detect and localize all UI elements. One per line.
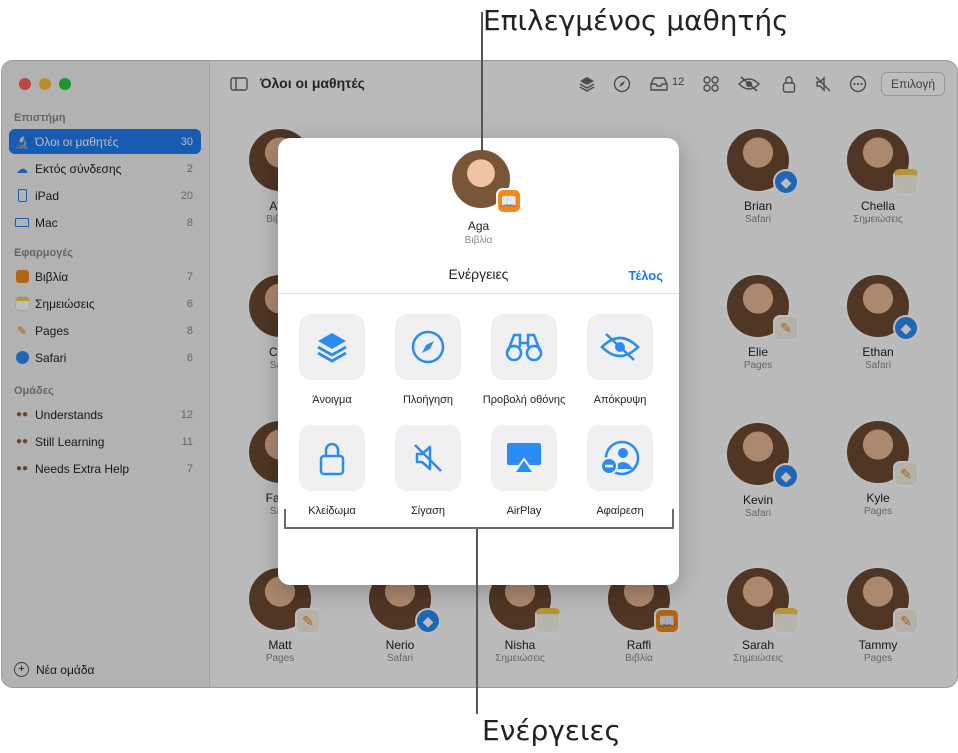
action-mute[interactable]: Σίγαση xyxy=(378,425,478,517)
person-remove-icon xyxy=(587,425,653,491)
action-label: Απόκρυψη xyxy=(593,394,647,406)
layers-icon xyxy=(299,314,365,380)
popover-title: Ενέργειες xyxy=(448,266,509,282)
compass-icon xyxy=(395,314,461,380)
divider xyxy=(278,293,679,294)
callout-bracket xyxy=(284,509,674,529)
airplay-icon xyxy=(491,425,557,491)
action-hide[interactable]: Απόκρυψη xyxy=(570,314,670,406)
speaker-mute-icon xyxy=(395,425,461,491)
action-lock[interactable]: Κλείδωμα xyxy=(282,425,382,517)
eye-slash-icon xyxy=(587,314,653,380)
action-label: Προβολή οθόνης xyxy=(482,394,566,406)
action-open[interactable]: Άνοιγμα xyxy=(282,314,382,406)
callout-actions: Ενέργειες xyxy=(482,714,621,747)
selected-student-avatar: 📖 xyxy=(450,148,522,214)
selected-student-app: Βιβλία xyxy=(464,235,493,246)
done-button[interactable]: Τέλος xyxy=(628,268,663,283)
binoculars-icon xyxy=(491,314,557,380)
callout-selected-student: Επιλεγμένος μαθητής xyxy=(483,4,789,37)
action-remove[interactable]: Αφαίρεση xyxy=(570,425,670,517)
books-app-icon: 📖 xyxy=(496,188,522,214)
lock-icon xyxy=(299,425,365,491)
callout-line xyxy=(476,528,478,714)
action-label: Πλοήγηση xyxy=(402,394,454,406)
action-airplay[interactable]: AirPlay xyxy=(474,425,574,517)
action-view-screen[interactable]: Προβολή οθόνης xyxy=(474,314,574,406)
selected-student-name: Aga xyxy=(467,219,490,233)
action-navigate[interactable]: Πλοήγηση xyxy=(378,314,478,406)
action-label: Άνοιγμα xyxy=(312,394,352,406)
